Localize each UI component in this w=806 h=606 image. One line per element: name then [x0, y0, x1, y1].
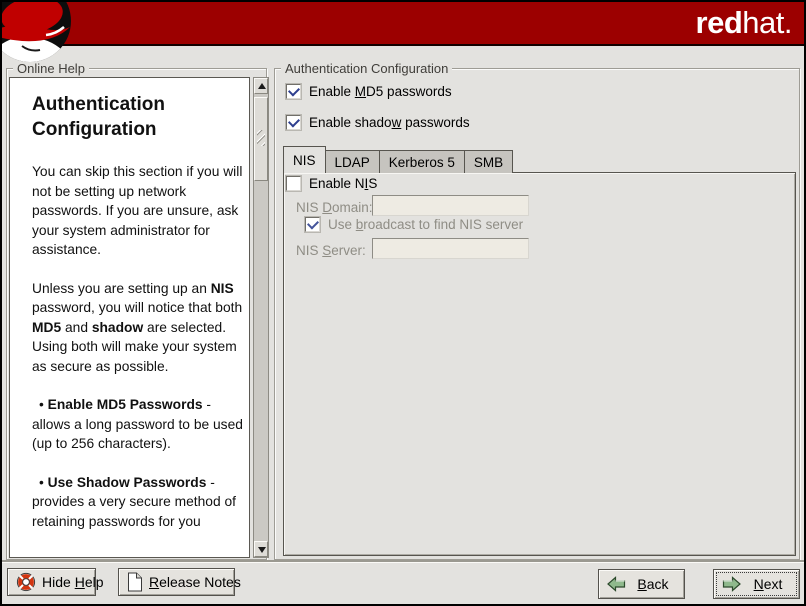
redhat-shadowman-icon [2, 2, 74, 66]
nis-domain-label: NIS Domain: [296, 200, 373, 215]
help-paragraph: You can skip this section if you will no… [32, 162, 246, 260]
help-title: Authentication Configuration [32, 92, 246, 142]
triangle-up-icon [258, 83, 266, 89]
auth-config-frame-label: Authentication Configuration [281, 61, 452, 76]
tab-smb[interactable]: SMB [464, 150, 513, 173]
enable-nis-checkbox-row[interactable]: Enable NIS [286, 176, 377, 191]
next-button[interactable]: Next [713, 569, 800, 599]
lifebuoy-help-icon [16, 572, 36, 592]
online-help-frame: Online Help Authentication Configuration… [6, 68, 267, 560]
nis-domain-input[interactable] [372, 195, 529, 216]
auth-tabs: NIS LDAP Kerberos 5 SMB [283, 147, 512, 173]
scrollbar-thumb[interactable] [254, 97, 268, 181]
hide-help-label: Hide Help [42, 574, 104, 590]
release-notes-label: Release Notes [149, 574, 241, 590]
footer-separator [2, 560, 804, 562]
hide-help-button[interactable]: Hide Help [7, 568, 96, 596]
tab-kerberos5[interactable]: Kerberos 5 [379, 150, 465, 173]
header-bar: redhat. [2, 2, 804, 46]
scrollbar-grip-icon [257, 130, 265, 146]
enable-shadow-checkbox[interactable] [286, 115, 301, 130]
help-bullet: • Use Shadow Passwords - provides a very… [32, 473, 246, 532]
enable-nis-label: Enable NIS [309, 176, 377, 191]
auth-config-frame: Authentication Configuration Enable MD5 … [274, 68, 800, 560]
nis-server-label: NIS Server: [296, 243, 366, 258]
back-label: Back [632, 576, 674, 592]
document-icon [127, 572, 143, 592]
arrow-left-icon [607, 576, 626, 592]
nis-server-input[interactable] [372, 238, 529, 259]
redhat-wordmark: redhat. [696, 5, 792, 41]
scroll-up-button[interactable] [254, 78, 268, 94]
tab-nis[interactable]: NIS [283, 146, 326, 173]
enable-nis-checkbox[interactable] [286, 176, 301, 191]
help-paragraph: Unless you are setting up an NIS passwor… [32, 279, 246, 377]
triangle-down-icon [258, 547, 266, 553]
tab-ldap[interactable]: LDAP [325, 150, 380, 173]
nis-tab-page: Enable NIS NIS Domain: Use broadcast to … [283, 172, 796, 556]
next-label: Next [747, 576, 789, 592]
use-broadcast-checkbox-row[interactable]: Use broadcast to find NIS server [305, 217, 523, 232]
help-scrollbar[interactable] [253, 77, 269, 558]
help-content: Authentication Configuration You can ski… [10, 78, 249, 531]
installer-window: redhat. Online Help Authentication Confi… [0, 0, 806, 606]
arrow-right-icon [722, 576, 741, 592]
enable-md5-checkbox[interactable] [286, 84, 301, 99]
enable-md5-checkbox-row[interactable]: Enable MD5 passwords [286, 84, 452, 99]
help-text-viewport: Authentication Configuration You can ski… [9, 77, 250, 558]
enable-shadow-label: Enable shadow passwords [309, 115, 470, 130]
help-bullet: • Enable MD5 Passwords - allows a long p… [32, 395, 246, 454]
back-button[interactable]: Back [598, 569, 685, 599]
scroll-down-button[interactable] [254, 541, 268, 557]
enable-shadow-checkbox-row[interactable]: Enable shadow passwords [286, 115, 470, 130]
enable-md5-label: Enable MD5 passwords [309, 84, 452, 99]
release-notes-button[interactable]: Release Notes [118, 568, 235, 596]
use-broadcast-checkbox[interactable] [305, 217, 320, 232]
use-broadcast-label: Use broadcast to find NIS server [328, 217, 523, 232]
